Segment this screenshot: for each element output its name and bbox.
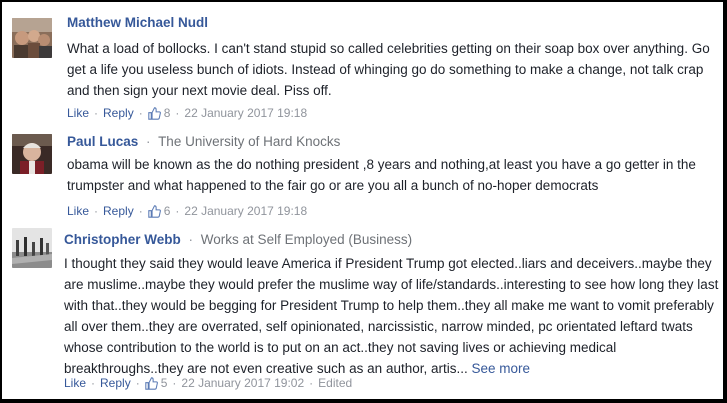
- comment-body: I thought they said they would leave Ame…: [64, 256, 719, 376]
- like-count[interactable]: 5: [161, 376, 168, 390]
- comment-text: What a load of bollocks. I can't stand s…: [67, 41, 710, 98]
- author-name[interactable]: Christopher Webb: [64, 232, 181, 247]
- like-link[interactable]: Like: [67, 204, 89, 218]
- author-name[interactable]: Matthew Michael Nudl: [67, 15, 208, 30]
- timestamp[interactable]: 22 January 2017 19:02: [181, 376, 304, 390]
- author-name[interactable]: Paul Lucas: [67, 134, 138, 149]
- separator: ·: [146, 134, 151, 149]
- avatar[interactable]: [12, 134, 52, 174]
- timestamp[interactable]: 22 January 2017 19:18: [184, 204, 307, 218]
- comment-text: obama will be known as the do nothing pr…: [67, 157, 696, 193]
- separator: ·: [309, 376, 314, 390]
- separator: ·: [135, 376, 140, 390]
- comment-header: Christopher Webb · Works at Self Employe…: [64, 232, 412, 247]
- comment-actions: Like · Reply · 5 · 22 January 2017 19:02…: [64, 376, 352, 390]
- author-workplace[interactable]: The University of Hard Knocks: [158, 134, 340, 149]
- separator: ·: [138, 204, 143, 218]
- thumbs-up-icon[interactable]: [144, 376, 158, 390]
- like-count[interactable]: 6: [164, 204, 171, 218]
- thumbs-up-icon[interactable]: [147, 106, 161, 120]
- comment-header: Paul Lucas · The University of Hard Knoc…: [67, 134, 340, 149]
- reply-link[interactable]: Reply: [103, 204, 134, 218]
- separator: ·: [91, 376, 96, 390]
- separator: ·: [172, 376, 177, 390]
- comment-actions: Like · Reply · 6 · 22 January 2017 19:18: [67, 204, 307, 218]
- comment-text: I thought they said they would leave Ame…: [64, 253, 719, 379]
- comment-actions: Like · Reply · 8 · 22 January 2017 19:18: [67, 106, 307, 120]
- reply-link[interactable]: Reply: [100, 376, 131, 390]
- like-count[interactable]: 8: [164, 106, 171, 120]
- separator: ·: [188, 232, 194, 247]
- avatar[interactable]: [12, 228, 52, 268]
- timestamp[interactable]: 22 January 2017 19:18: [184, 106, 307, 120]
- comment-header: Matthew Michael Nudl: [67, 15, 208, 30]
- thumbs-up-icon[interactable]: [147, 204, 161, 218]
- reply-link[interactable]: Reply: [103, 106, 134, 120]
- like-link[interactable]: Like: [67, 106, 89, 120]
- separator: ·: [175, 106, 180, 120]
- see-more-link[interactable]: See more: [472, 361, 531, 376]
- like-link[interactable]: Like: [64, 376, 86, 390]
- author-workplace[interactable]: Works at Self Employed (Business): [201, 232, 412, 247]
- separator: ·: [94, 204, 99, 218]
- separator: ·: [138, 106, 143, 120]
- avatar[interactable]: [12, 18, 52, 58]
- edited-label[interactable]: Edited: [318, 376, 352, 390]
- separator: ·: [94, 106, 99, 120]
- separator: ·: [175, 204, 180, 218]
